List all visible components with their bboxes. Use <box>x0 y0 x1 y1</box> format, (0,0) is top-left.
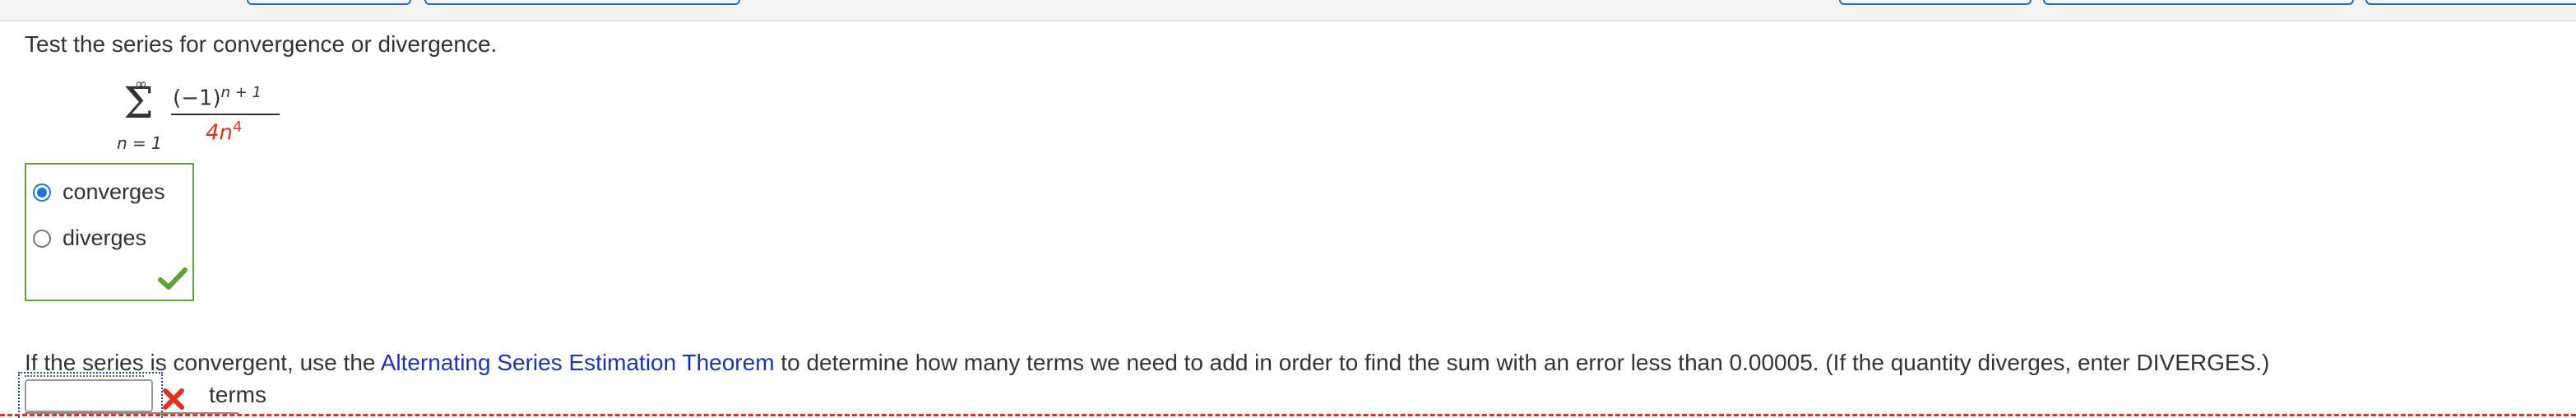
choice-converges[interactable]: converges <box>33 179 165 205</box>
sigma-symbol: Σ <box>123 79 154 128</box>
radio-diverges[interactable] <box>33 229 51 248</box>
correct-check-icon <box>158 267 188 290</box>
series-numerator: (−1)n + 1 <box>173 84 262 111</box>
toolbar-button[interactable] <box>2043 0 2354 5</box>
sum-lower-limit: n = 1 <box>117 133 162 153</box>
theorem-link[interactable]: Alternating Series Estimation Theorem <box>381 350 775 375</box>
toolbar-button[interactable] <box>424 0 740 5</box>
choice-answer-box: converges diverges <box>25 163 194 301</box>
series-denominator: 4n4 <box>206 118 243 146</box>
toolbar-button[interactable] <box>1839 0 2032 5</box>
terms-answer-input[interactable] <box>25 379 153 412</box>
top-toolbar <box>0 0 2576 21</box>
question-prompt: Test the series for convergence or diver… <box>25 31 498 57</box>
terms-unit-label: terms <box>209 382 266 407</box>
toolbar-button[interactable] <box>2365 0 2576 5</box>
choice-diverges[interactable]: diverges <box>33 225 146 251</box>
radio-converges[interactable] <box>33 183 51 202</box>
incorrect-indicator-line <box>0 414 2576 416</box>
incorrect-x-icon <box>163 388 184 410</box>
followup-question: If the series is convergent, use the Alt… <box>25 350 2270 377</box>
choice-label-converges: converges <box>63 179 165 204</box>
fraction-bar <box>171 114 280 115</box>
series-expression: ∞ Σ n = 1 (−1)n + 1 4n4 <box>112 76 293 158</box>
toolbar-button[interactable] <box>247 0 411 5</box>
choice-label-diverges: diverges <box>63 225 147 250</box>
